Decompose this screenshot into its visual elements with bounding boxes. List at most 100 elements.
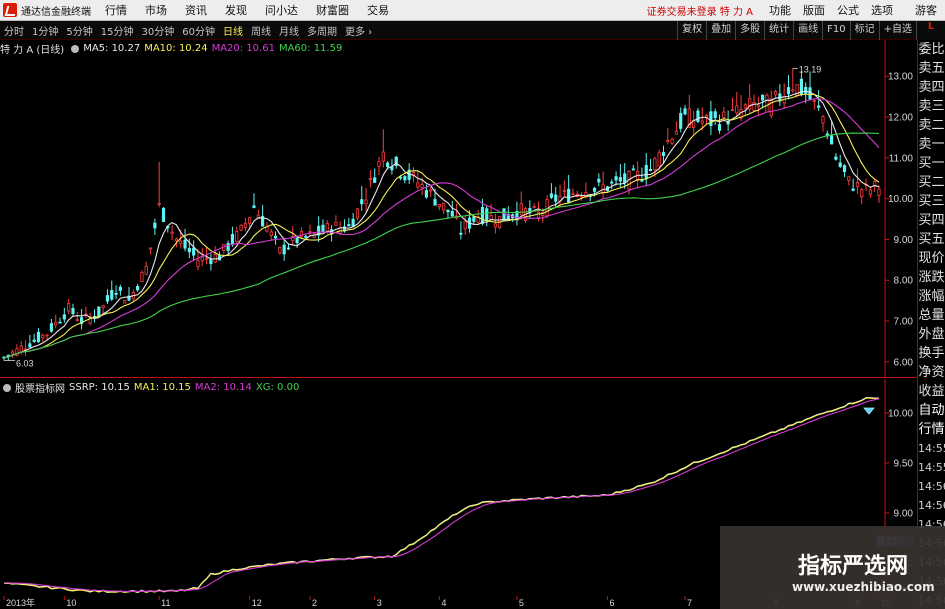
login-status[interactable]: 证券交易未登录 特 力 A (647, 3, 753, 18)
y-tick-label: 12.00 (888, 113, 913, 124)
side-time: 14:55 (918, 442, 945, 455)
adjust-button[interactable]: 复权 (677, 20, 706, 40)
x-tick-label: 2 (312, 598, 317, 608)
chevron-right-icon: › (368, 26, 373, 38)
side-item[interactable]: 涨跌 (918, 268, 945, 287)
side-item[interactable]: 收益 (918, 382, 945, 401)
menu-item-market[interactable]: 市场 (145, 2, 167, 18)
side-item[interactable]: 行情 (918, 420, 945, 439)
legend-ma60: MA60: 11.59 (278, 43, 343, 54)
app-title: 通达信金融终端 (21, 6, 91, 18)
side-item[interactable]: 卖一 (918, 135, 945, 154)
mark-button[interactable]: 标记 (849, 20, 879, 40)
watermark-title: 指标严选网 (798, 554, 909, 579)
side-item[interactable]: 委比 (918, 40, 945, 59)
indicator-name[interactable]: 股票指标网 (15, 380, 65, 395)
period-more-label: 更多 (344, 26, 365, 38)
candle (765, 93, 769, 113)
legend-xg: XG: 0.00 (255, 382, 300, 393)
overlay-button[interactable]: 叠加 (706, 20, 735, 40)
menu-item-layout[interactable]: 版面 (803, 2, 825, 18)
side-item[interactable]: 现价 (918, 249, 945, 268)
guest-label[interactable]: 游客 (915, 2, 937, 18)
side-item[interactable]: 自动 (918, 401, 945, 420)
candle (123, 299, 127, 304)
period-more[interactable]: 更多 › (341, 23, 376, 38)
x-tick-label: 3 (377, 598, 382, 608)
price-annotation: 13.19 (799, 64, 822, 74)
price-annotation: 6.03 (16, 359, 34, 369)
f10-button[interactable]: F10 (822, 20, 849, 40)
side-item[interactable]: 总量 (918, 306, 945, 325)
y-tick-label: 7.00 (894, 317, 914, 328)
menu-item-quotes[interactable]: 行情 (105, 2, 127, 18)
side-item[interactable]: 外盘 (918, 325, 945, 344)
x-tick-label: 12 (252, 598, 262, 608)
side-item[interactable]: 买四 (918, 211, 945, 230)
period-1min[interactable]: 1分钟 (28, 23, 62, 38)
menu-item-discover[interactable]: 发现 (225, 2, 247, 18)
draw-line-button[interactable]: 画线 (793, 20, 822, 40)
menu-item-options[interactable]: 选项 (871, 2, 893, 18)
level2-badge-label: L (927, 21, 935, 32)
period-60min[interactable]: 60分钟 (178, 23, 219, 38)
side-item[interactable]: 卖三 (918, 97, 945, 116)
side-item[interactable]: 买二 (918, 173, 945, 192)
period-multi[interactable]: 多周期 (303, 23, 341, 38)
side-time: 14:56 (918, 480, 945, 493)
candlestick-chart[interactable]: 13.00 12.00 11.00 10.00 9.00 8.00 7.00 6.00 13.… (0, 40, 917, 378)
side-item[interactable]: 卖五 (918, 59, 945, 78)
menu-item-wealth[interactable]: 财富圈 (316, 2, 349, 18)
side-item[interactable]: 买三 (918, 192, 945, 211)
settings-dot-icon[interactable] (71, 44, 80, 53)
legend-ma10: MA10: 10.24 (144, 43, 208, 54)
period-monthly[interactable]: 月线 (275, 23, 303, 38)
side-item[interactable]: 买一 (918, 154, 945, 173)
side-time: 14:56 (918, 499, 945, 512)
legend-ma1: MA1: 10.15 (133, 382, 191, 393)
x-tick-label: 5 (519, 598, 524, 608)
x-tick-label: 4 (441, 598, 446, 608)
y-tick-label: 13.00 (888, 72, 913, 83)
app-logo-icon (3, 3, 17, 17)
period-15min[interactable]: 15分钟 (97, 23, 138, 38)
candle (161, 207, 166, 223)
side-item[interactable]: 涨幅 (918, 287, 945, 306)
menu-item-news[interactable]: 资讯 (185, 2, 207, 18)
period-30min[interactable]: 30分钟 (137, 23, 178, 38)
side-item[interactable]: 换手 (918, 344, 945, 363)
stock-name[interactable]: 特 力 A (日线) (0, 41, 64, 56)
x-tick-label: 7 (687, 598, 692, 608)
period-tick[interactable]: 分时 (0, 23, 28, 38)
menu-item-ask[interactable]: 问小达 (265, 2, 298, 18)
main-legend: 特 力 A (日线) MA5: 10.27 MA10: 10.24 MA20: … (0, 41, 346, 56)
menu-item-function[interactable]: 功能 (769, 2, 791, 18)
y-tick-label: 10.00 (888, 194, 913, 205)
menu-item-formula[interactable]: 公式 (837, 2, 859, 18)
candle (140, 270, 144, 282)
side-item[interactable]: 卖二 (918, 116, 945, 135)
quote-side-panel: 委比 卖五 卖四 卖三 卖二 卖一 买一 买二 买三 买四 买五 现价 涨跌 涨幅 总量 外盘 换手 净资 收益 自动… (917, 40, 945, 609)
period-weekly[interactable]: 周线 (247, 23, 275, 38)
x-tick-label: 2013年 (6, 597, 35, 608)
x-tick-label: 6 (609, 598, 614, 608)
period-daily[interactable]: 日线 (219, 23, 247, 38)
menu-bar: 通达信金融终端 行情 市场 资讯 发现 问小达 财富圈 交易 证券交易未登录 特… (0, 0, 945, 21)
side-item[interactable]: 净资 (918, 363, 945, 382)
period-5min[interactable]: 5分钟 (62, 23, 96, 38)
y-tick-label: 9.00 (894, 509, 914, 520)
y-tick-label: 11.00 (889, 153, 914, 164)
menu-item-trade[interactable]: 交易 (367, 2, 389, 18)
stats-button[interactable]: 统计 (764, 20, 793, 40)
add-watchlist-button[interactable]: +自选 (878, 20, 916, 40)
side-item[interactable]: 卖四 (918, 78, 945, 97)
side-item[interactable]: 买五 (918, 230, 945, 249)
y-tick-label: 8.00 (894, 276, 914, 287)
y-tick-label: 9.50 (894, 459, 914, 470)
watermark: 指标严选网 www.xuezhibiao.com (720, 526, 945, 609)
x-tick-label: 11 (161, 598, 170, 608)
candle (239, 224, 243, 232)
multi-stock-button[interactable]: 多股 (735, 20, 764, 40)
level2-badge[interactable]: L (917, 21, 945, 40)
indicator-dot-icon[interactable] (3, 383, 11, 392)
